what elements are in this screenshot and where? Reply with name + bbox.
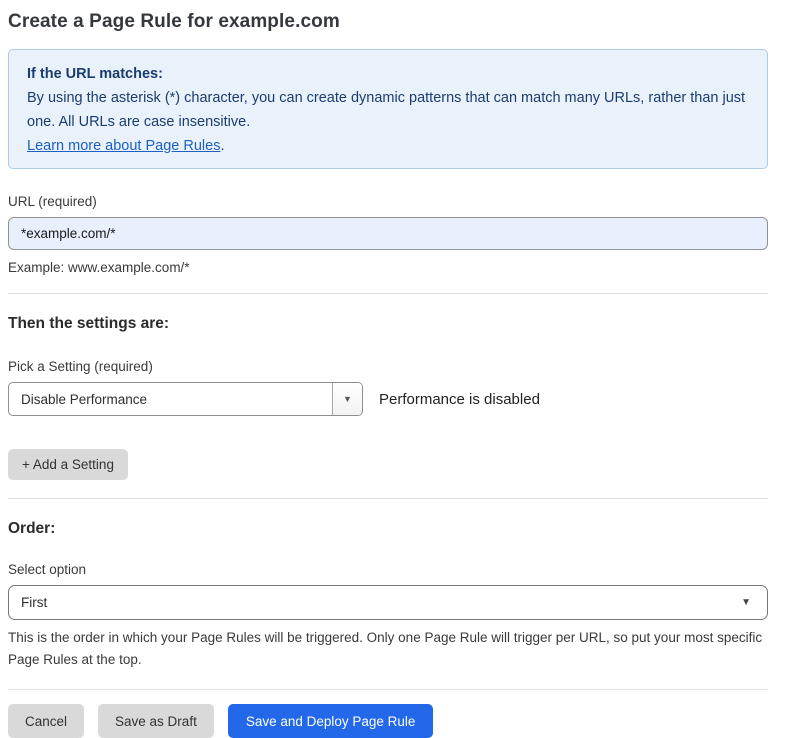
order-select-label: Select option	[8, 562, 768, 577]
setting-select-value: Disable Performance	[9, 392, 147, 407]
learn-more-link[interactable]: Learn more about Page Rules	[27, 138, 220, 154]
setting-select[interactable]: Disable Performance ▼	[8, 382, 363, 416]
page-title: Create a Page Rule for example.com	[8, 11, 768, 33]
order-select-value: First	[21, 595, 47, 610]
settings-section-heading: Then the settings are:	[8, 315, 768, 333]
setting-row: Disable Performance ▼ Performance is dis…	[8, 382, 768, 416]
pick-setting-label: Pick a Setting (required)	[8, 359, 768, 374]
url-field-label: URL (required)	[8, 194, 768, 209]
url-input[interactable]	[8, 217, 768, 250]
save-as-draft-button[interactable]: Save as Draft	[98, 704, 214, 738]
divider	[8, 293, 768, 294]
info-box-heading: If the URL matches:	[27, 62, 749, 86]
order-select[interactable]: First ▼	[8, 585, 768, 620]
info-box-body: By using the asterisk (*) character, you…	[27, 86, 749, 134]
url-match-info-box: If the URL matches: By using the asteris…	[8, 49, 768, 169]
setting-status-text: Performance is disabled	[379, 391, 540, 408]
divider	[8, 498, 768, 499]
footer-actions: Cancel Save as Draft Save and Deploy Pag…	[8, 704, 768, 738]
save-and-deploy-button[interactable]: Save and Deploy Page Rule	[228, 704, 434, 738]
url-example-text: Example: www.example.com/*	[8, 260, 768, 275]
add-setting-button[interactable]: + Add a Setting	[8, 449, 128, 480]
create-page-rule-form: Create a Page Rule for example.com If th…	[8, 11, 768, 738]
setting-select-arrow-button[interactable]: ▼	[332, 383, 362, 415]
chevron-down-icon: ▼	[741, 598, 751, 608]
info-box-link-line: Learn more about Page Rules.	[27, 134, 749, 158]
cancel-button[interactable]: Cancel	[8, 704, 84, 738]
divider	[8, 689, 768, 690]
order-help-text: This is the order in which your Page Rul…	[8, 627, 768, 671]
order-section-heading: Order:	[8, 520, 768, 538]
link-period: .	[220, 138, 224, 154]
chevron-down-icon: ▼	[343, 395, 352, 404]
